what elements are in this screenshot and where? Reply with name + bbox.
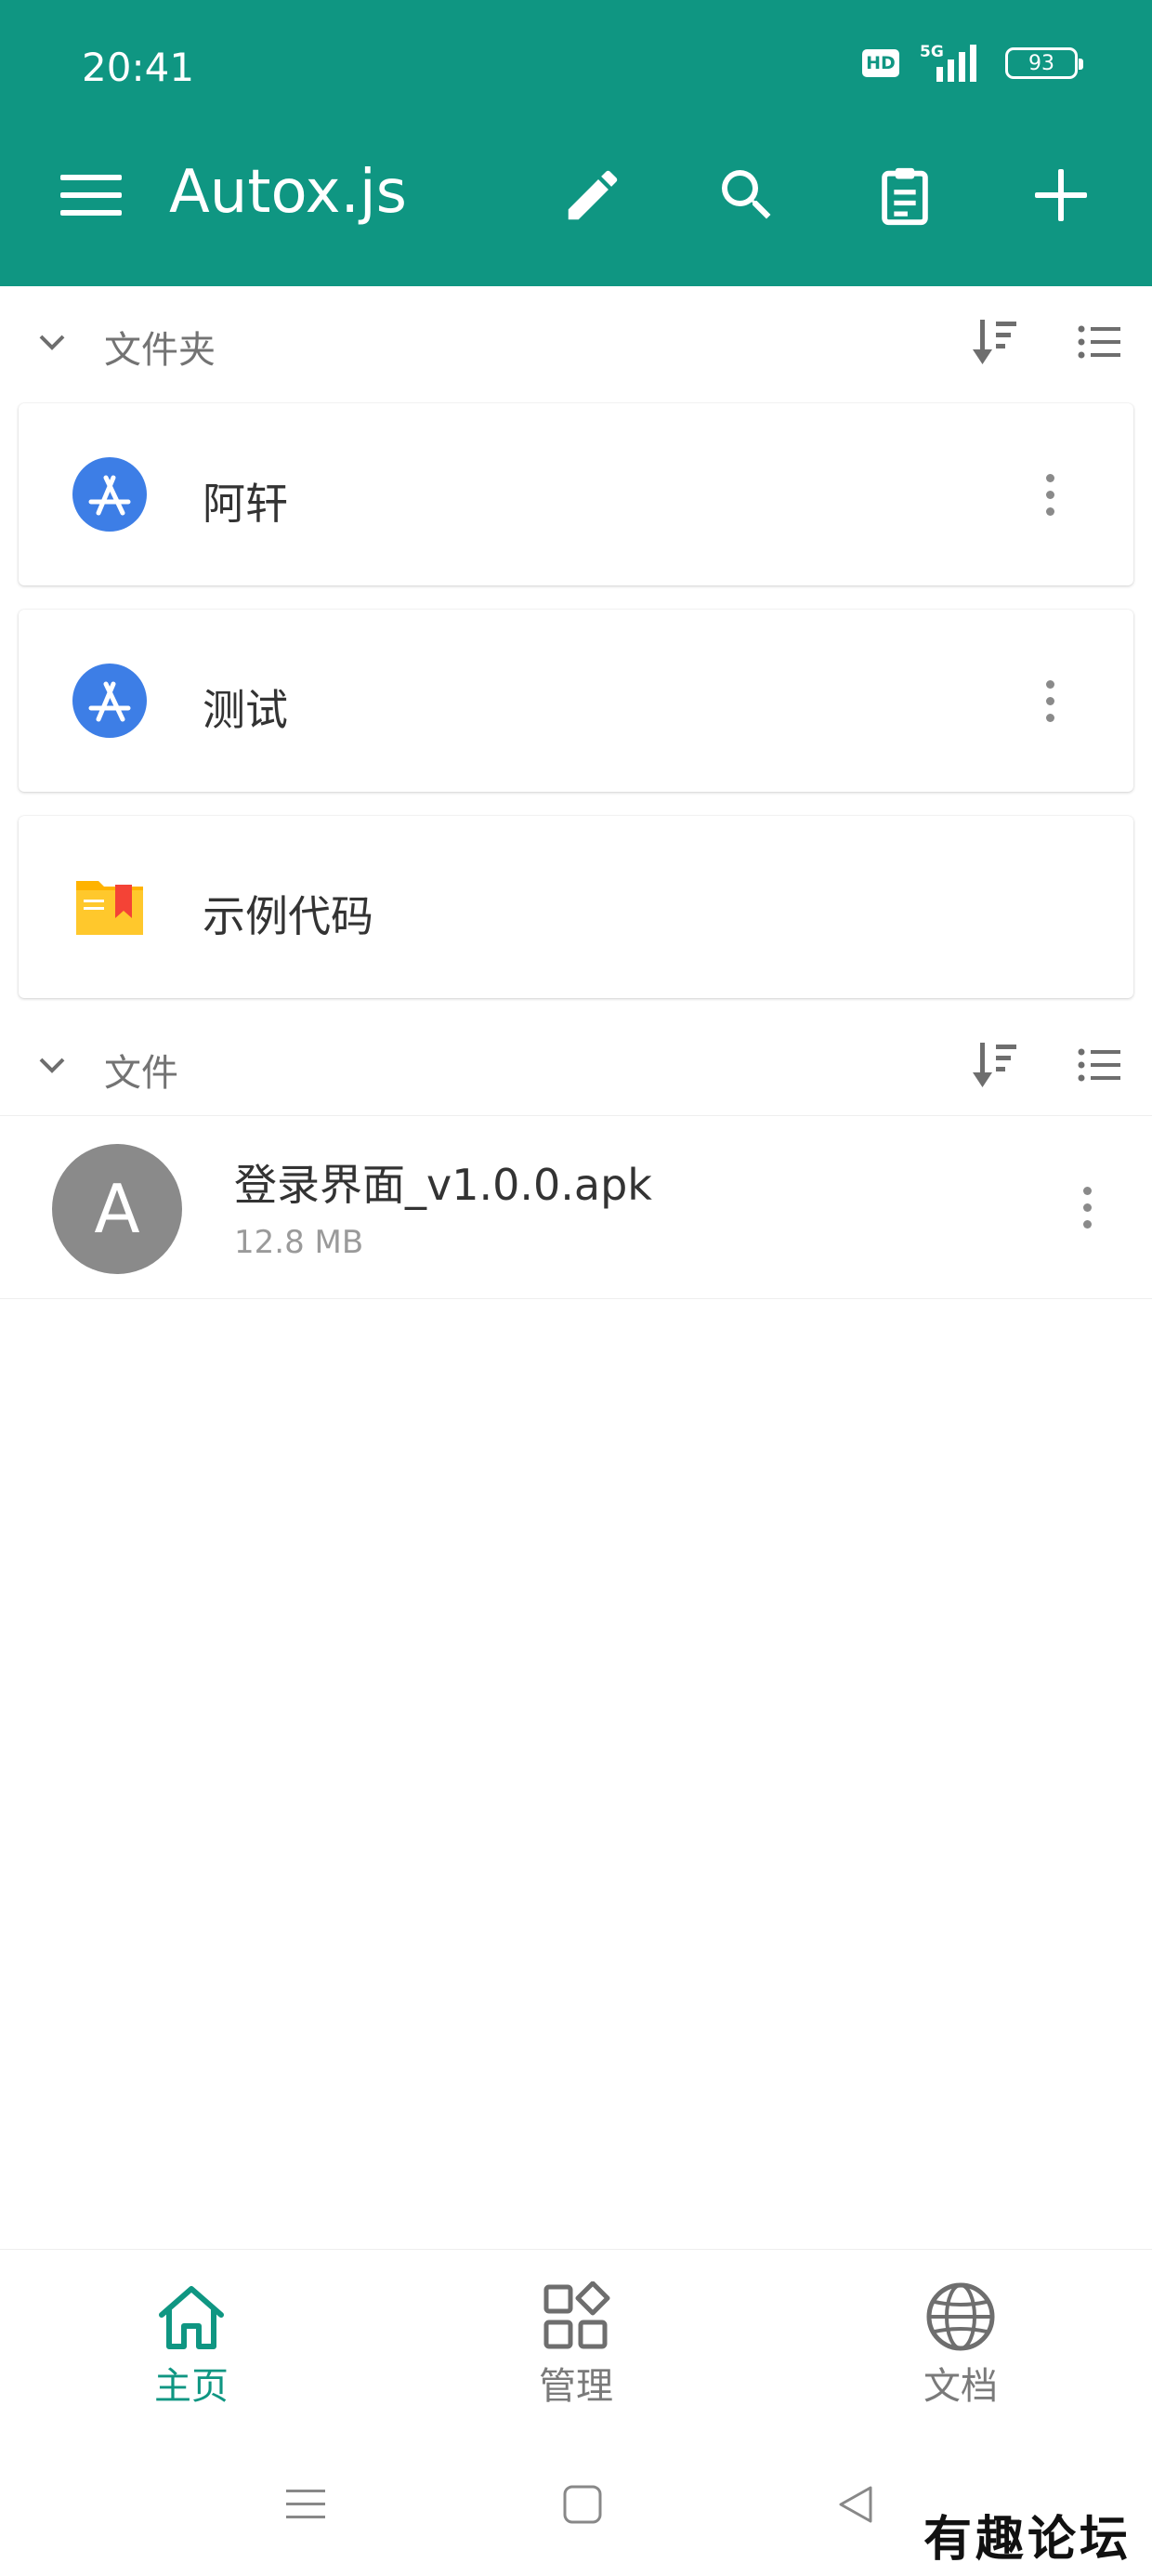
folder-name: 示例代码 [203, 891, 373, 941]
clipboard-icon [882, 167, 928, 226]
globe-icon [926, 2282, 995, 2351]
app-bar: 20:41 HD 5G 93 Autox.js [0, 0, 1152, 286]
hd-badge: HD [862, 49, 899, 77]
battery-icon: 93 [1005, 47, 1083, 79]
sort-icon[interactable] [972, 316, 1018, 368]
file-list-item[interactable]: A 登录界面_v1.0.0.apk 12.8 MB [0, 1115, 1152, 1299]
grid-icon [543, 2281, 610, 2349]
more-vert-icon [1045, 679, 1054, 689]
back-triangle-icon [839, 2486, 872, 2523]
app-store-icon [72, 457, 147, 532]
watermark: 有趣论坛 [923, 2511, 1132, 2568]
nav-label-home: 主页 [154, 2365, 229, 2408]
folders-section-header: 文件夹 [0, 286, 1152, 396]
nav-tab-manage[interactable]: 管理 [483, 2281, 669, 2421]
edit-icon [568, 170, 618, 220]
search-icon [722, 170, 771, 219]
files-section-label: 文件 [104, 1052, 178, 1095]
folder-card[interactable]: 阿轩 [19, 403, 1133, 585]
folder-name: 测试 [203, 685, 288, 735]
network-type-label: 5G [920, 43, 944, 61]
folder-card[interactable]: 示例代码 [19, 816, 1133, 998]
menu-button[interactable] [56, 165, 126, 225]
app-store-icon [72, 664, 147, 738]
list-view-icon[interactable] [1078, 1046, 1120, 1084]
home-icon [159, 2286, 224, 2349]
status-icons: HD 5G 93 [862, 43, 1083, 84]
status-time: 20:41 [82, 45, 195, 90]
nav-tab-home[interactable]: 主页 [98, 2281, 284, 2421]
recents-icon [286, 2490, 325, 2518]
nav-label-docs: 文档 [923, 2365, 998, 2408]
file-size: 12.8 MB [234, 1224, 364, 1261]
file-avatar: A [52, 1144, 182, 1274]
square-home-icon [563, 2485, 602, 2524]
folders-section-label: 文件夹 [104, 329, 216, 372]
more-options-button[interactable] [1031, 667, 1068, 734]
more-vert-icon [1045, 473, 1054, 482]
add-icon [1035, 169, 1087, 221]
add-button[interactable] [1022, 156, 1100, 234]
file-name: 登录界面_v1.0.0.apk [234, 1160, 652, 1210]
more-options-button[interactable] [1031, 461, 1068, 528]
chevron-down-icon[interactable] [33, 1046, 71, 1084]
recent-apps-button[interactable] [273, 2472, 338, 2537]
signal-icon: 5G [918, 43, 987, 84]
app-title: Autox.js [169, 158, 407, 227]
folder-bookmark-icon [76, 881, 143, 935]
folder-name: 阿轩 [203, 479, 288, 529]
nav-label-manage: 管理 [539, 2365, 613, 2408]
chevron-down-icon[interactable] [33, 323, 71, 361]
home-system-button[interactable] [550, 2472, 615, 2537]
more-vert-icon [1082, 1186, 1092, 1195]
edit-button[interactable] [554, 156, 632, 234]
bottom-navigation: 主页 管理 文档 [0, 2249, 1152, 2444]
files-section-header: 文件 [0, 1009, 1152, 1119]
menu-icon [60, 175, 122, 216]
search-button[interactable] [708, 156, 786, 234]
back-button[interactable] [823, 2472, 888, 2537]
battery-level: 93 [1028, 51, 1054, 75]
list-view-icon[interactable] [1078, 323, 1120, 361]
folder-card[interactable]: 测试 [19, 610, 1133, 792]
sort-icon[interactable] [972, 1039, 1018, 1091]
nav-tab-docs[interactable]: 文档 [868, 2281, 1054, 2421]
clipboard-button[interactable] [866, 156, 944, 234]
more-options-button[interactable] [1068, 1174, 1106, 1241]
